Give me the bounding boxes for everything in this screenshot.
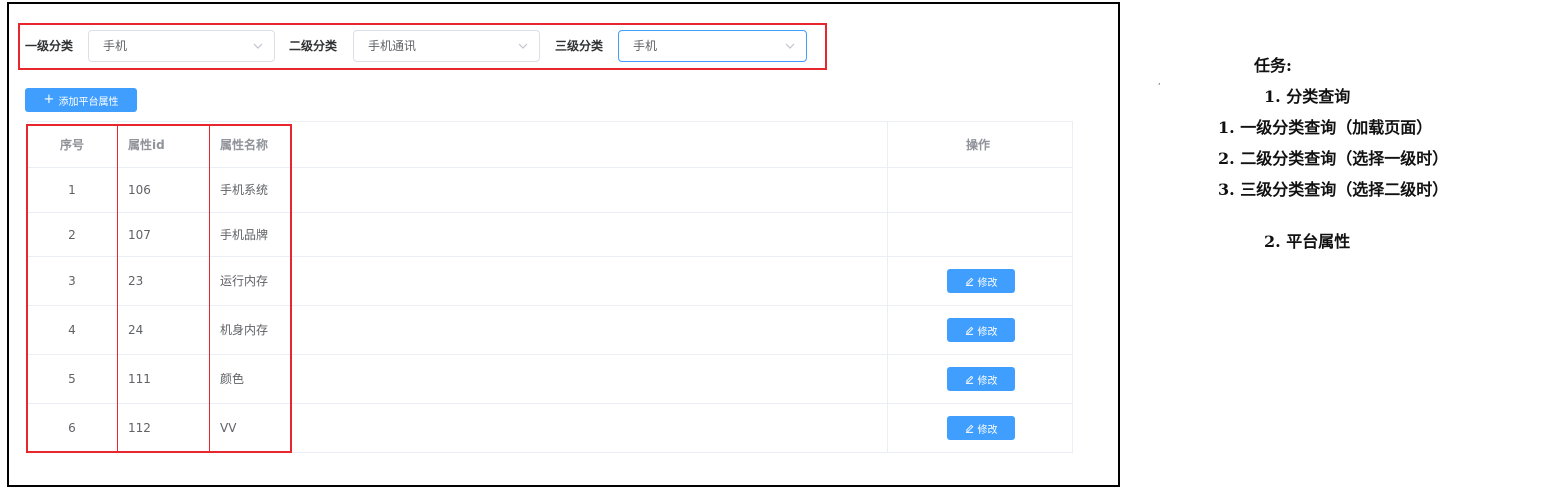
level2-value: 手机通讯 [368, 39, 417, 53]
level1-label: 一级分类 [25, 39, 74, 53]
notes-title: 任务: [1254, 56, 1292, 75]
notes-sub-1: 1. 一级分类查询（加载页面） [1218, 118, 1433, 137]
edit-label: 修改 [977, 424, 998, 436]
stray-mark: , [1158, 77, 1161, 86]
notes-sub-2: 2. 二级分类查询（选择一级时） [1218, 149, 1449, 168]
edit-button[interactable]: 修改 [947, 318, 1015, 342]
edit-label: 修改 [977, 326, 998, 338]
columns-highlight-box [26, 124, 292, 453]
highlight-divider [209, 126, 210, 451]
chevron-down-icon [785, 43, 795, 49]
edit-button[interactable]: 修改 [947, 269, 1015, 293]
edit-icon [965, 375, 973, 384]
add-attribute-label: 添加平台属性 [58, 96, 119, 108]
add-attribute-button[interactable]: + 添加平台属性 [25, 88, 137, 112]
highlight-divider [117, 126, 118, 451]
edit-button[interactable]: 修改 [947, 416, 1015, 440]
chevron-down-icon [518, 43, 528, 49]
notes-item-2: 2. 平台属性 [1264, 232, 1351, 251]
edit-label: 修改 [977, 375, 998, 387]
level3-label: 三级分类 [555, 39, 604, 53]
edit-icon [965, 424, 973, 433]
col-header-actions: 操作 [965, 137, 990, 152]
edit-button[interactable]: 修改 [947, 367, 1015, 391]
level2-select[interactable]: 手机通讯 [353, 30, 540, 62]
notes-item-1: 1. 分类查询 [1264, 87, 1351, 106]
notes-sub-3: 3. 三级分类查询（选择二级时） [1218, 180, 1449, 199]
level2-label: 二级分类 [289, 39, 338, 53]
edit-label: 修改 [977, 277, 998, 289]
chevron-down-icon [253, 43, 263, 49]
level1-select[interactable]: 手机 [88, 30, 275, 62]
edit-icon [965, 326, 973, 335]
edit-icon [965, 277, 973, 286]
plus-icon: + [43, 92, 55, 107]
level3-value: 手机 [633, 39, 658, 53]
level1-value: 手机 [103, 39, 128, 53]
level3-select[interactable]: 手机 [618, 30, 807, 62]
